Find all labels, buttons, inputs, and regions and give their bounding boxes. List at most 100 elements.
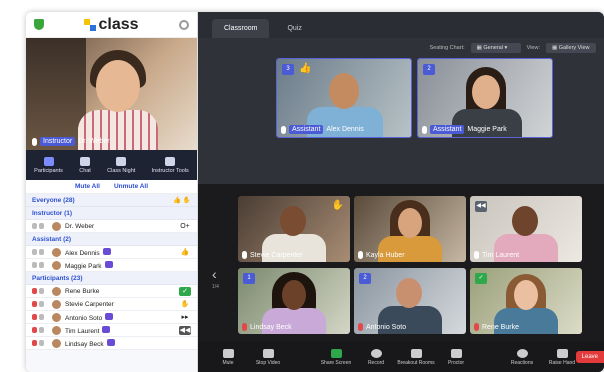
participant-name: Maggie Park [65,260,179,270]
person-face [472,75,500,109]
participant-list: Everyone (28) 👍 ✋ Instructor (1) Dr. Webe… [26,194,197,372]
gallery-tile[interactable]: ✋ Stevie Carpenter [238,196,350,262]
gallery-tile[interactable]: 2 Antonio Soto [354,268,466,334]
button-label: Breakout Rooms [397,359,435,366]
section-instructor[interactable]: Instructor (1) [26,207,197,220]
status-badge [179,261,191,270]
unmute-all-link[interactable]: Unmute All [114,183,148,190]
row-controls[interactable] [32,249,52,255]
seating-label: Seating Chart: [429,45,465,51]
gallery-tile[interactable]: Kayla Huber [354,196,466,262]
tool-label: Chat [79,167,91,174]
row-controls[interactable] [32,314,52,320]
chevron-left-icon[interactable]: ‹ [212,266,217,282]
tool-participants[interactable]: Participants [34,156,63,174]
list-item[interactable]: Rene Burke ✓ [26,285,197,298]
row-controls[interactable] [32,340,52,346]
mute-controls: Mute All Unmute All [26,180,197,194]
tool-instructor-tools[interactable]: Instructor Tools [152,156,189,174]
top-bar: class [26,12,197,38]
mute-all-link[interactable]: Mute All [75,183,100,190]
stage-tile[interactable]: 3 👍 Assistant Alex Dennis [276,58,412,138]
breakout-rooms-button[interactable]: Breakout Rooms [396,348,436,366]
avatar [52,299,61,309]
gallery-tile[interactable]: ◀◀ Tim Laurent [470,196,582,262]
row-controls[interactable] [32,223,52,229]
gallery-tile[interactable]: 1 Lindsay Beck [238,268,350,334]
list-item[interactable]: Dr. Weber O+ [26,220,197,233]
list-item[interactable]: Tim Laurent ◀◀ [26,324,197,337]
leave-button[interactable]: Leave [575,351,604,363]
share-screen-button[interactable]: Share Screen [316,348,356,366]
rewind-icon: ◀◀ [475,201,487,212]
mic-muted-icon [474,323,479,331]
participant-name: Antonio Soto [65,312,179,322]
list-item[interactable]: Antonio Soto ▸▸ [26,311,197,324]
shield-icon[interactable] [34,19,44,30]
classroom-area: Classroom Quiz Seating Chart: ▦ General … [198,12,604,372]
tab-quiz[interactable]: Quiz [275,19,313,38]
tab-classroom[interactable]: Classroom [212,19,270,38]
participant-name: Kayla Huber [366,251,405,259]
chat-badge-icon [102,247,111,255]
instructor-tools-icon [165,156,176,166]
row-controls[interactable] [32,301,52,307]
seat-number: 2 [359,273,371,284]
section-assistant[interactable]: Assistant (2) [26,233,197,246]
list-item[interactable]: Alex Dennis 👍 [26,246,197,259]
tool-class-night[interactable]: Class Night [107,156,135,174]
list-item[interactable]: Lindsay Beck [26,337,197,350]
mic-icon [474,251,479,259]
name-text: Alex Dennis [65,249,100,257]
avatar [52,247,61,257]
host-name: Dr. Weber [78,138,110,145]
nameplate: Stevie Carpenter [242,251,303,259]
gallery-tile[interactable]: ✓ Rene Burke [470,268,582,334]
avatar [52,338,61,348]
button-label: Share Screen [320,359,352,366]
button-label: Proctor [447,359,465,366]
section-label: Instructor (1) [32,209,73,217]
host-role: Instructor [40,137,76,146]
bookshelf [26,38,86,150]
row-controls[interactable] [32,288,52,294]
section-label: Everyone (28) [32,196,75,204]
list-item[interactable]: Maggie Park [26,259,197,272]
mic-muted-icon [242,323,247,331]
reactions-button[interactable]: Reactions [502,348,542,366]
proctor-button[interactable]: Proctor [436,348,476,366]
record-button[interactable]: Record [356,348,396,366]
host-face [96,60,140,112]
participant-name: Rene Burke [65,287,100,295]
person-face [280,206,306,236]
view-label: View: [526,45,540,51]
avatar [52,221,61,231]
row-controls[interactable] [32,327,52,333]
nameplate: Tim Laurent [474,251,519,259]
stage-tile[interactable]: 2 Assistant Maggie Park [417,58,553,138]
button-label: Record [367,359,385,366]
list-item[interactable]: Stevie Carpenter ✋ [26,298,197,311]
section-participants[interactable]: Participants (23) [26,272,197,285]
name-text: Tim Laurent [65,327,100,335]
thumbs-up-icon[interactable]: 👍 ✋ [173,196,191,204]
mute-button[interactable]: Mute [208,348,248,366]
mic-muted-icon [358,323,363,331]
avatar [52,325,61,335]
name-text: Maggie Park [65,262,102,270]
thumbs-up-icon: 👍 [299,63,312,74]
gear-icon[interactable] [178,19,189,30]
stop-video-button[interactable]: Stop Video [248,348,288,366]
tool-chat[interactable]: Chat [79,156,91,174]
proctor-icon [450,348,462,358]
mic-icon [222,348,234,358]
chat-badge-icon [104,260,113,268]
section-everyone[interactable]: Everyone (28) 👍 ✋ [26,194,197,207]
status-badge: ✓ [179,286,191,296]
view-select[interactable]: ▦ Gallery View [546,43,596,53]
name-text: Antonio Soto [65,314,103,322]
participant-name: Dr. Weber [65,222,95,230]
seating-select[interactable]: ▦ General ▾ [470,43,521,53]
row-controls[interactable] [32,262,52,268]
mic-icon [358,251,363,259]
